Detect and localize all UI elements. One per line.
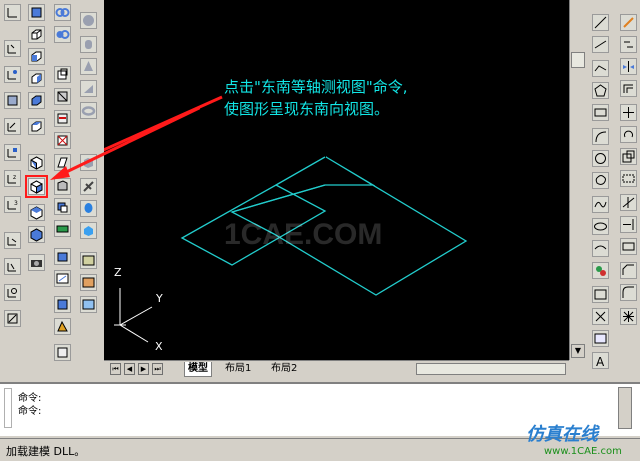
solid-edit-icon[interactable] (54, 344, 71, 361)
prev-tab-icon[interactable]: ◀ (124, 363, 135, 375)
hatch-icon[interactable] (592, 330, 609, 347)
section-icon[interactable] (54, 220, 71, 237)
horizontal-scrollbar[interactable] (416, 363, 566, 375)
offset-icon[interactable] (620, 80, 637, 97)
ellipse-arc-icon[interactable] (592, 240, 609, 257)
point-icon[interactable] (592, 308, 609, 325)
shade-cone-icon[interactable] (80, 58, 97, 75)
ucs-y-icon[interactable] (4, 258, 21, 275)
light-icon[interactable] (80, 200, 97, 217)
wedge-icon[interactable] (54, 26, 71, 43)
break-icon[interactable] (620, 238, 637, 255)
circle-icon[interactable] (592, 150, 609, 167)
tab-model[interactable]: 模型 (184, 362, 212, 377)
rotate-icon[interactable] (620, 126, 637, 143)
mtext-icon[interactable]: A (592, 352, 609, 369)
chamfer-icon[interactable] (620, 262, 637, 279)
erase-icon[interactable] (620, 14, 637, 31)
setup-profile-icon[interactable] (54, 318, 71, 335)
rectangle-icon[interactable] (592, 104, 609, 121)
left-view-icon[interactable] (28, 48, 45, 65)
fillet-icon[interactable] (620, 284, 637, 301)
shade-sphere-icon[interactable] (80, 12, 97, 29)
setup-view-icon[interactable] (54, 296, 71, 313)
ucs-apply-icon[interactable] (4, 310, 21, 327)
nw-isometric-icon[interactable] (28, 226, 45, 243)
bottom-view-icon[interactable] (28, 26, 45, 43)
ucs-x-label: X (155, 340, 163, 353)
make-block-icon[interactable] (592, 286, 609, 303)
brand-title: 仿真在线 (526, 424, 598, 445)
fog-icon[interactable] (80, 274, 97, 291)
shade-cylinder-icon[interactable] (80, 36, 97, 53)
line-icon[interactable] (592, 14, 609, 31)
ucs-y-label: Y (156, 292, 163, 305)
mirror-icon[interactable] (620, 58, 637, 75)
ne-isometric-icon[interactable] (28, 204, 45, 221)
annotation-line-1: 点击"东南等轴测视图"命令, (224, 78, 408, 96)
ucs-icon[interactable] (4, 4, 21, 21)
brand-logo: 仿真在线 www.1CAE.com (520, 420, 640, 460)
interfere-icon[interactable] (54, 248, 71, 265)
top-view-icon[interactable] (28, 4, 45, 21)
render-stat-icon[interactable] (80, 296, 97, 313)
ucs-zrot-icon[interactable] (4, 284, 21, 301)
command-grip[interactable] (4, 388, 12, 428)
insert-block-icon[interactable] (592, 262, 609, 279)
materials-icon[interactable] (80, 222, 97, 239)
vertical-scrollbar[interactable]: ▼ (569, 0, 587, 360)
ucs-world-icon[interactable] (4, 40, 21, 57)
stretch-icon[interactable] (620, 170, 637, 187)
xline-icon[interactable] (592, 36, 609, 53)
landscape-icon[interactable] (80, 252, 97, 269)
ucs-axis-icon (114, 288, 153, 343)
trim-icon[interactable] (620, 194, 637, 211)
ucs-z-label: Z (114, 266, 122, 279)
status-text: 加载建模 DLL。 (6, 445, 86, 458)
next-tab-icon[interactable]: ▶ (138, 363, 149, 375)
tab-layout1[interactable]: 布局1 (222, 362, 254, 376)
annotation-text: 点击"东南等轴测视图"命令, 使图形呈现东南向视图。 (224, 76, 408, 120)
explode-icon[interactable] (620, 308, 637, 325)
ucs-x-icon[interactable] (4, 232, 21, 249)
pline-icon[interactable] (592, 60, 609, 77)
command-line-2: 命令: (18, 406, 42, 417)
layout-tab-bar: ⏮ ◀ ▶ ⏭ 模型 布局1 布局2 (104, 360, 569, 378)
svg-text:A: A (596, 355, 605, 368)
ellipse-icon[interactable] (592, 218, 609, 235)
scroll-down-icon[interactable]: ▼ (571, 344, 585, 358)
annotation-line-2: 使图形呈现东南向视图。 (224, 100, 390, 118)
setup-drawing-icon[interactable] (54, 270, 71, 287)
spline-icon[interactable] (592, 196, 609, 213)
extend-icon[interactable] (620, 216, 637, 233)
svg-text:3: 3 (14, 200, 18, 207)
scale-icon[interactable] (620, 148, 637, 165)
scroll-thumb[interactable] (571, 52, 585, 68)
polygon-icon[interactable] (592, 82, 609, 99)
last-tab-icon[interactable]: ⏭ (152, 363, 163, 375)
arc-icon[interactable] (592, 128, 609, 145)
camera-icon[interactable] (28, 254, 45, 271)
revcloud-icon[interactable] (592, 172, 609, 189)
slice-icon[interactable] (54, 198, 71, 215)
box-icon[interactable] (54, 4, 71, 21)
brand-site: www.1CAE.com (544, 446, 622, 457)
move-icon[interactable] (620, 104, 637, 121)
arrow-overlay (50, 105, 200, 180)
copy-icon[interactable] (620, 36, 637, 53)
first-tab-icon[interactable]: ⏮ (110, 363, 121, 375)
tab-layout2[interactable]: 布局2 (268, 362, 300, 376)
watermark: 1CAE.COM (224, 218, 383, 251)
